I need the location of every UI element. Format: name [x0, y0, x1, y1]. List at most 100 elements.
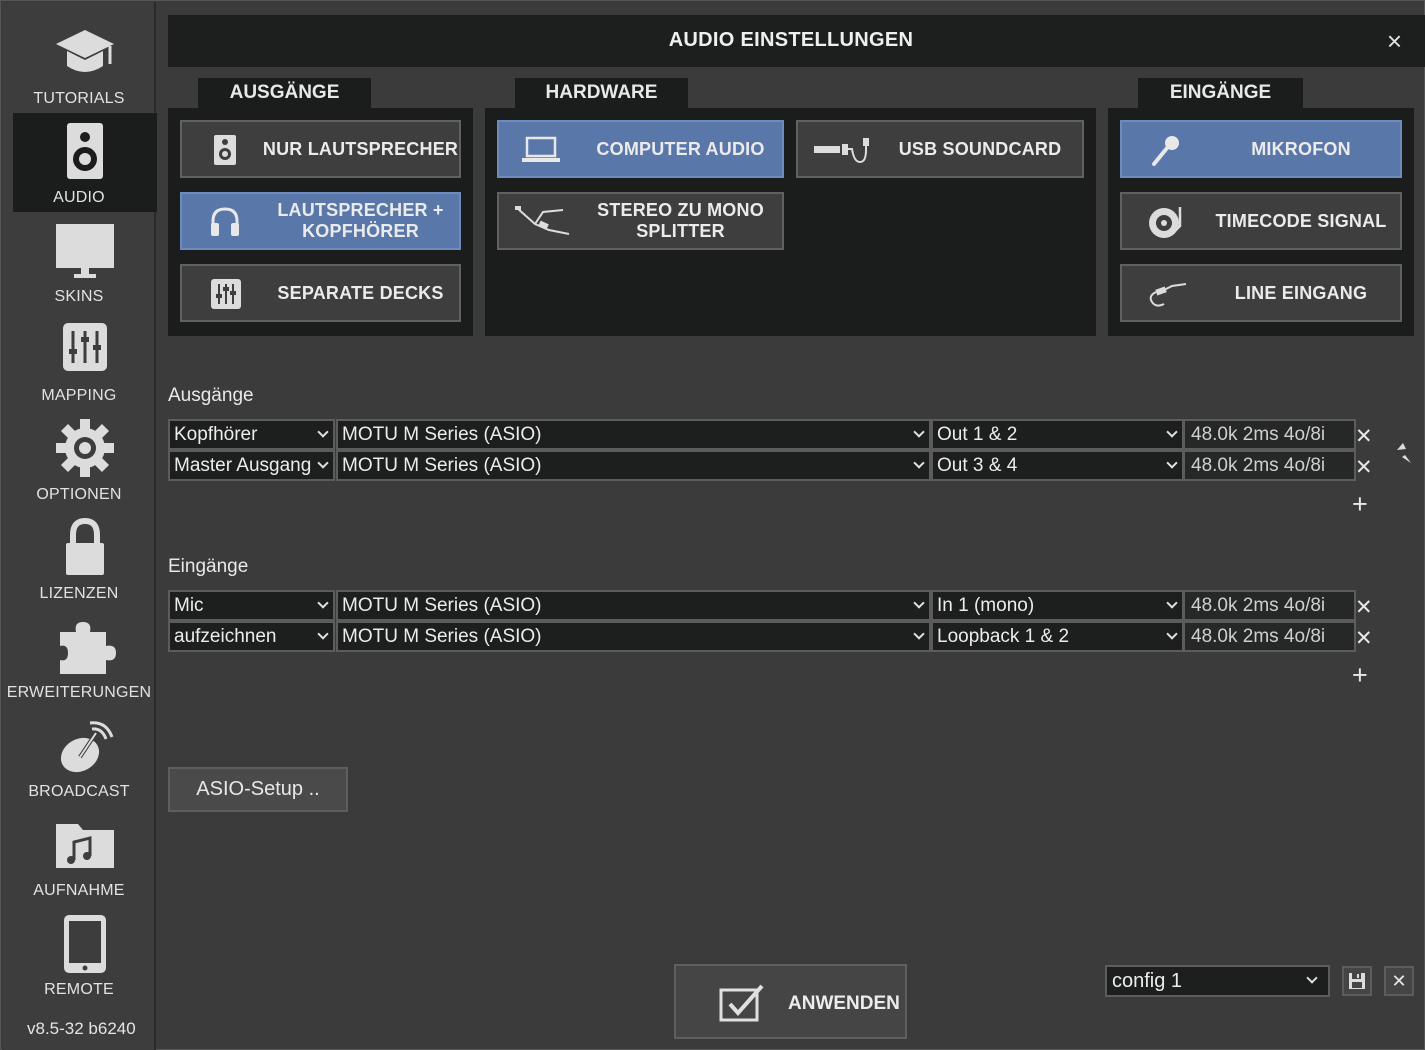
- button-label: MIKROFON: [1251, 138, 1351, 159]
- sidebar-item-skins[interactable]: SKINS: [13, 212, 157, 311]
- channel-select[interactable]: Loopback 1 & 2: [931, 621, 1184, 652]
- add-input-icon[interactable]: +: [1352, 660, 1368, 691]
- gear-icon: [56, 419, 114, 477]
- device-info: 48.0k 2ms 4o/8i: [1183, 590, 1356, 621]
- timecode-signal-button[interactable]: TIMECODE SIGNAL: [1120, 192, 1402, 250]
- stereo-mono-splitter-button[interactable]: STEREO ZU MONO SPLITTER: [497, 192, 784, 250]
- monitor-icon: [56, 224, 114, 278]
- role-select[interactable]: Master Ausgang: [168, 450, 335, 481]
- button-label: COMPUTER AUDIO: [596, 138, 765, 159]
- sidebar: TUTORIALS AUDIO SKINS MAPPING OPTIONEN L…: [2, 2, 157, 1050]
- sidebar-item-label: REMOTE: [44, 981, 114, 998]
- save-config-button[interactable]: [1342, 966, 1372, 996]
- device-select[interactable]: MOTU M Series (ASIO): [336, 419, 931, 450]
- lautsprecher-kopfhoerer-button[interactable]: LAUTSPRECHER + KOPFHÖRER: [180, 192, 461, 250]
- config-value: config 1: [1112, 970, 1183, 992]
- button-label: LAUTSPRECHER + KOPFHÖRER: [277, 200, 444, 241]
- chevron-down-icon: [1166, 457, 1178, 469]
- channel-select[interactable]: Out 1 & 2: [931, 419, 1184, 450]
- device-select[interactable]: MOTU M Series (ASIO): [336, 590, 931, 621]
- remove-row-icon[interactable]: ✕: [1355, 626, 1373, 651]
- turntable-icon: [1149, 207, 1182, 238]
- line-cable-icon: [1149, 283, 1187, 307]
- chevron-down-icon: [913, 597, 925, 609]
- sidebar-item-label: BROADCAST: [28, 783, 130, 800]
- graduation-cap-icon: [56, 30, 114, 72]
- button-label: LINE EINGANG: [1234, 282, 1368, 303]
- select-value: MOTU M Series (ASIO): [342, 626, 542, 647]
- sidebar-item-broadcast[interactable]: BROADCAST: [13, 707, 157, 806]
- sidebar-item-label: AUDIO: [53, 189, 105, 206]
- device-select[interactable]: MOTU M Series (ASIO): [336, 450, 931, 481]
- hardware-panel: COMPUTER AUDIO USB SOUNDCARD STEREO ZU M…: [485, 108, 1096, 336]
- select-value: Out 3 & 4: [937, 455, 1018, 476]
- remove-row-icon[interactable]: ✕: [1355, 595, 1373, 620]
- sidebar-item-label: SKINS: [54, 288, 104, 305]
- add-output-icon[interactable]: +: [1352, 489, 1368, 520]
- device-info: 48.0k 2ms 4o/8i: [1183, 419, 1356, 450]
- splitter-cable-icon: [515, 206, 570, 235]
- delete-config-button[interactable]: ✕: [1384, 966, 1414, 996]
- button-label: NUR LAUTSPRECHER: [262, 138, 459, 159]
- sidebar-item-erweiterungen[interactable]: ERWEITERUNGEN: [7, 608, 157, 707]
- satellite-dish-icon: [60, 721, 114, 773]
- sidebar-item-tutorials[interactable]: TUTORIALS: [13, 14, 157, 113]
- tab-ausgaenge: AUSGÄNGE: [198, 78, 371, 110]
- sidebar-item-audio[interactable]: AUDIO: [13, 113, 157, 212]
- role-select[interactable]: Kopfhörer: [168, 419, 335, 450]
- computer-audio-button[interactable]: COMPUTER AUDIO: [497, 120, 784, 178]
- music-folder-icon: [56, 824, 114, 868]
- sidebar-item-lizenzen[interactable]: LIZENZEN: [13, 509, 157, 608]
- dialog-titlebar: AUDIO EINSTELLUNGEN ×: [168, 15, 1425, 67]
- channel-select[interactable]: In 1 (mono): [931, 590, 1184, 621]
- device-info: 48.0k 2ms 4o/8i: [1183, 450, 1356, 481]
- sidebar-item-label: MAPPING: [41, 387, 117, 404]
- inputs-section-label: Eingänge: [168, 556, 249, 577]
- chevron-down-icon: [1166, 426, 1178, 438]
- apply-button[interactable]: ANWENDEN: [674, 964, 907, 1039]
- tab-hardware: HARDWARE: [515, 78, 688, 110]
- outputs-section-label: Ausgänge: [168, 385, 254, 406]
- chevron-down-icon: [1306, 972, 1318, 984]
- line-eingang-button[interactable]: LINE EINGANG: [1120, 264, 1402, 322]
- chevron-down-icon: [317, 457, 329, 469]
- speaker-icon: [214, 135, 236, 165]
- select-value: aufzeichnen: [174, 626, 277, 647]
- mikrofon-button[interactable]: MIKROFON: [1120, 120, 1402, 178]
- sidebar-item-label: OPTIONEN: [36, 486, 122, 503]
- separate-decks-button[interactable]: SEPARATE DECKS: [180, 264, 461, 322]
- apply-label: ANWENDEN: [788, 993, 900, 1014]
- close-icon[interactable]: ×: [1387, 26, 1402, 57]
- tab-eingaenge: EINGÄNGE: [1138, 78, 1303, 110]
- button-label: TIMECODE SIGNAL: [1215, 210, 1387, 231]
- puzzle-icon: [60, 622, 116, 674]
- chevron-down-icon: [1166, 597, 1178, 609]
- headphones-icon: [211, 207, 239, 236]
- select-value: In 1 (mono): [937, 595, 1035, 616]
- asio-setup-button[interactable]: ASIO-Setup ..: [168, 767, 348, 812]
- table-row: aufzeichnen MOTU M Series (ASIO) Loopbac…: [168, 621, 1356, 652]
- nur-lautsprecher-button[interactable]: NUR LAUTSPRECHER: [180, 120, 461, 178]
- sidebar-item-mapping[interactable]: MAPPING: [13, 311, 157, 410]
- role-select[interactable]: aufzeichnen: [168, 621, 335, 652]
- save-icon: [1349, 973, 1365, 989]
- sidebar-item-optionen[interactable]: OPTIONEN: [13, 410, 157, 509]
- channel-select[interactable]: Out 3 & 4: [931, 450, 1184, 481]
- sidebar-item-remote[interactable]: REMOTE: [13, 905, 157, 1004]
- chevron-down-icon: [913, 426, 925, 438]
- sidebar-item-aufnahme[interactable]: AUFNAHME: [13, 806, 157, 905]
- select-value: Kopfhörer: [174, 424, 258, 445]
- laptop-icon: [522, 136, 560, 162]
- mixer-icon: [211, 279, 241, 309]
- remove-row-icon[interactable]: ✕: [1355, 424, 1373, 449]
- reorder-icon[interactable]: [1395, 441, 1413, 465]
- remove-row-icon[interactable]: ✕: [1355, 455, 1373, 480]
- checkbox-check-icon: [719, 984, 764, 1022]
- sidebar-item-label: ERWEITERUNGEN: [6, 684, 152, 701]
- role-select[interactable]: Mic: [168, 590, 335, 621]
- config-select[interactable]: config 1: [1105, 965, 1330, 997]
- device-select[interactable]: MOTU M Series (ASIO): [336, 621, 931, 652]
- lock-icon: [66, 517, 104, 575]
- usb-soundcard-button[interactable]: USB SOUNDCARD: [796, 120, 1084, 178]
- select-value: MOTU M Series (ASIO): [342, 424, 542, 445]
